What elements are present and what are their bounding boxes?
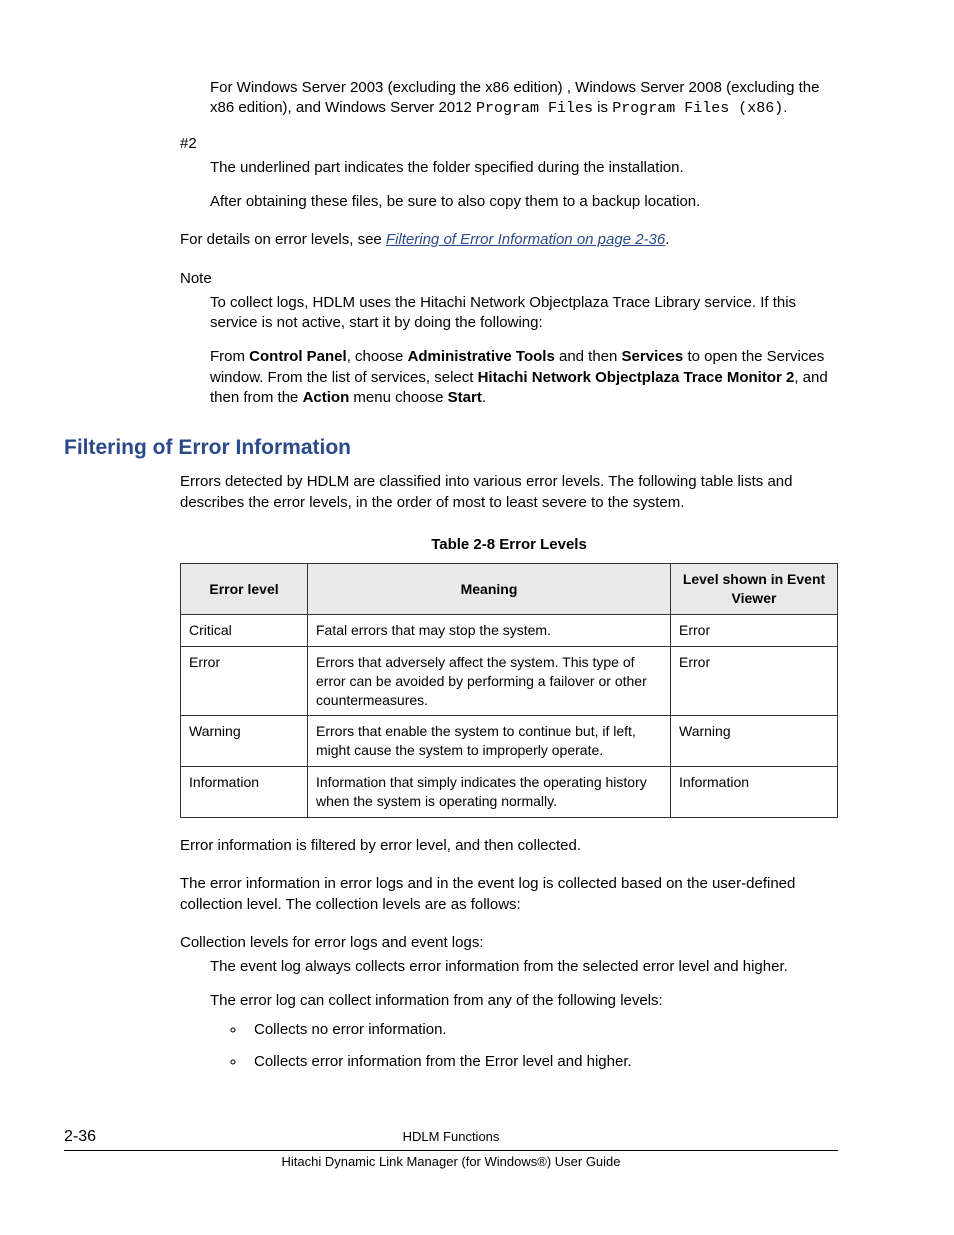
filtering-link[interactable]: Filtering of Error Information on page 2…	[386, 231, 665, 248]
text: menu choose	[349, 389, 447, 406]
cell: Warning	[181, 716, 308, 767]
text: .	[482, 389, 486, 406]
footer-subtitle: Hitachi Dynamic Link Manager (for Window…	[281, 1154, 620, 1169]
cell: Error	[671, 646, 838, 716]
paragraph: Error information is filtered by error l…	[180, 836, 838, 856]
footer-rule	[64, 1150, 838, 1151]
text: is	[593, 99, 612, 116]
code-text: Program Files	[476, 100, 593, 117]
paragraph: To collect logs, HDLM uses the Hitachi N…	[210, 293, 838, 334]
table-row: Error Errors that adversely affect the s…	[181, 646, 838, 716]
paragraph: Errors detected by HDLM are classified i…	[180, 472, 838, 513]
cell: Critical	[181, 614, 308, 646]
cell: Error	[671, 614, 838, 646]
list-item: Collects no error information.	[246, 1020, 838, 1040]
col-header: Level shown in Event Viewer	[671, 564, 838, 615]
text: .	[783, 99, 787, 116]
bold-text: Services	[622, 348, 684, 365]
table-row: Warning Errors that enable the system to…	[181, 716, 838, 767]
bold-text: Action	[303, 389, 350, 406]
bold-text: Hitachi Network Objectplaza Trace Monito…	[478, 369, 795, 386]
bullet-list: Collects no error information. Collects …	[210, 1020, 838, 1073]
note-label: Note	[180, 269, 838, 289]
paragraph: The error information in error logs and …	[180, 874, 838, 915]
body-content: For Windows Server 2003 (excluding the x…	[180, 78, 838, 408]
paragraph: The event log always collects error info…	[210, 957, 838, 977]
text: , choose	[347, 348, 408, 365]
paragraph: After obtaining these files, be sure to …	[210, 192, 838, 212]
error-levels-table: Error level Meaning Level shown in Event…	[180, 563, 838, 818]
bold-text: Administrative Tools	[408, 348, 555, 365]
cell: Warning	[671, 716, 838, 767]
cell: Information	[181, 767, 308, 818]
indent-block: The event log always collects error info…	[210, 957, 838, 1072]
section-body: Errors detected by HDLM are classified i…	[180, 472, 838, 1072]
table-header-row: Error level Meaning Level shown in Event…	[181, 564, 838, 615]
table-row: Critical Fatal errors that may stop the …	[181, 614, 838, 646]
page-number: 2-36	[64, 1126, 96, 1148]
section-heading: Filtering of Error Information	[64, 434, 838, 462]
col-header: Error level	[181, 564, 308, 615]
cell: Fatal errors that may stop the system.	[308, 614, 671, 646]
bold-text: Start	[448, 389, 482, 406]
paragraph: Collection levels for error logs and eve…	[180, 933, 838, 953]
note-block: To collect logs, HDLM uses the Hitachi N…	[210, 293, 838, 408]
cell: Errors that enable the system to continu…	[308, 716, 671, 767]
text: For details on error levels, see	[180, 231, 386, 248]
table-caption: Table 2-8 Error Levels	[180, 535, 838, 555]
cell: Information	[671, 767, 838, 818]
paragraph: For details on error levels, see Filteri…	[180, 230, 838, 250]
note2-block: The underlined part indicates the folder…	[210, 158, 838, 213]
note1-block: For Windows Server 2003 (excluding the x…	[210, 78, 838, 120]
text: .	[665, 231, 669, 248]
code-text: Program Files (x86)	[612, 100, 783, 117]
cell: Errors that adversely affect the system.…	[308, 646, 671, 716]
footer-title: HDLM Functions	[403, 1129, 500, 1144]
list-item: Collects error information from the Erro…	[246, 1052, 838, 1072]
paragraph: The error log can collect information fr…	[210, 991, 838, 1011]
cell: Information that simply indicates the op…	[308, 767, 671, 818]
table-row: Information Information that simply indi…	[181, 767, 838, 818]
page-footer: 2-36 HDLM Functions Hitachi Dynamic Link…	[64, 1128, 838, 1170]
note2-label: #2	[180, 134, 838, 154]
text: and then	[555, 348, 622, 365]
bold-text: Control Panel	[249, 348, 347, 365]
paragraph: From Control Panel, choose Administrativ…	[210, 347, 838, 408]
text: From	[210, 348, 249, 365]
col-header: Meaning	[308, 564, 671, 615]
paragraph: For Windows Server 2003 (excluding the x…	[210, 78, 838, 120]
paragraph: The underlined part indicates the folder…	[210, 158, 838, 178]
cell: Error	[181, 646, 308, 716]
